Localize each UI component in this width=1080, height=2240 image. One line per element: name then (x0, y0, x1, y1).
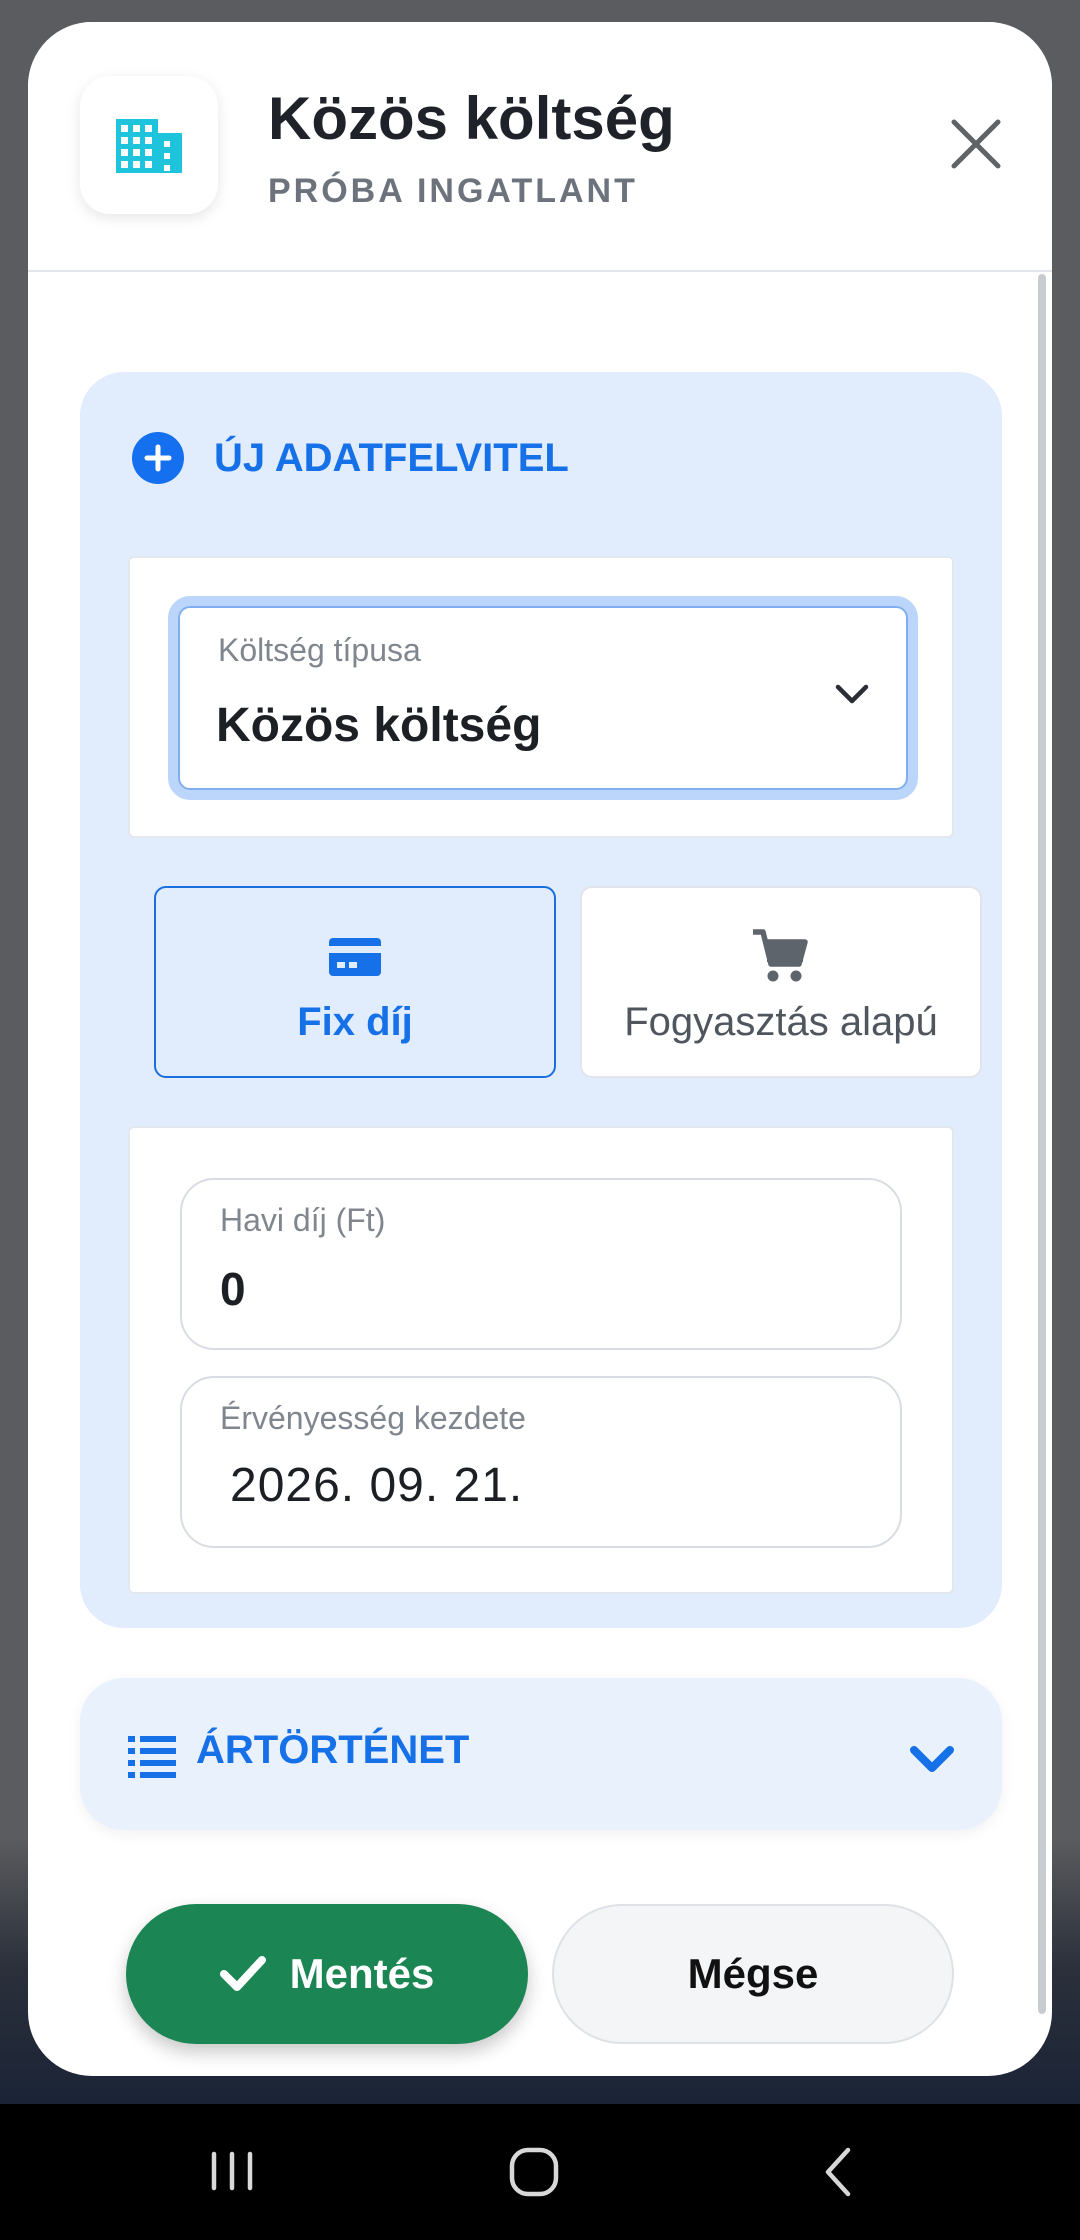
valid-from-value: 2026. 09. 21. (230, 1459, 524, 1512)
cost-type-select[interactable]: Költség típusa Közös költség (168, 596, 918, 800)
property-name: PRÓBA INGATLANT (268, 172, 638, 210)
list-icon (128, 1734, 176, 1778)
add-circle-icon (132, 432, 184, 484)
modal-header: Közös költség PRÓBA INGATLANT (28, 22, 1052, 272)
home-icon[interactable] (494, 2142, 574, 2202)
cancel-button[interactable]: Mégse (552, 1904, 954, 2044)
new-entry-panel: ÚJ ADATFELVITEL Költség típusa Közös köl… (80, 372, 1002, 1628)
price-history-title: ÁRTÖRTÉNET (196, 1728, 470, 1772)
cost-type-value: Közös költség (216, 699, 542, 752)
save-button[interactable]: Mentés (126, 1904, 528, 2044)
monthly-fee-field[interactable]: Havi díj (Ft) 0 (180, 1178, 902, 1350)
save-label: Mentés (289, 1950, 435, 1997)
cart-icon (751, 926, 811, 986)
cost-type-card: Költség típusa Közös költség (128, 556, 954, 838)
consumption-based-option[interactable]: Fogyasztás alapú (580, 886, 982, 1078)
new-entry-header: ÚJ ADATFELVITEL (132, 432, 569, 484)
close-icon[interactable] (946, 114, 1006, 174)
credit-card-icon (325, 926, 385, 986)
chevron-down-icon[interactable] (908, 1736, 956, 1784)
scrollbar[interactable] (1038, 274, 1046, 2014)
monthly-fee-value: 0 (220, 1263, 246, 1315)
valid-from-label: Érvényesség kezdete (220, 1400, 526, 1436)
cancel-label: Mégse (687, 1950, 819, 1997)
check-icon (219, 1956, 266, 1991)
fixed-fee-label: Fix díj (297, 1000, 413, 1044)
building-icon (80, 76, 218, 214)
recent-apps-icon[interactable] (192, 2142, 272, 2202)
consumption-based-label: Fogyasztás alapú (624, 1000, 938, 1044)
new-entry-title: ÚJ ADATFELVITEL (214, 435, 569, 480)
chevron-down-icon (830, 672, 874, 716)
price-history-section[interactable]: ÁRTÖRTÉNET (80, 1678, 1002, 1830)
fixed-fee-option[interactable]: Fix díj (154, 886, 556, 1078)
page-title: Közös költség (268, 85, 675, 152)
fee-fields-card: Havi díj (Ft) 0 Érvényesség kezdete 2026… (128, 1126, 954, 1594)
modal-dialog: Közös költség PRÓBA INGATLANT ÚJ ADATFEL… (28, 22, 1052, 2076)
system-nav-bar (0, 2104, 1080, 2240)
back-icon[interactable] (798, 2142, 878, 2202)
valid-from-field[interactable]: Érvényesség kezdete 2026. 09. 21. (180, 1376, 902, 1548)
monthly-fee-label: Havi díj (Ft) (220, 1202, 386, 1238)
cost-type-label: Költség típusa (218, 632, 421, 668)
